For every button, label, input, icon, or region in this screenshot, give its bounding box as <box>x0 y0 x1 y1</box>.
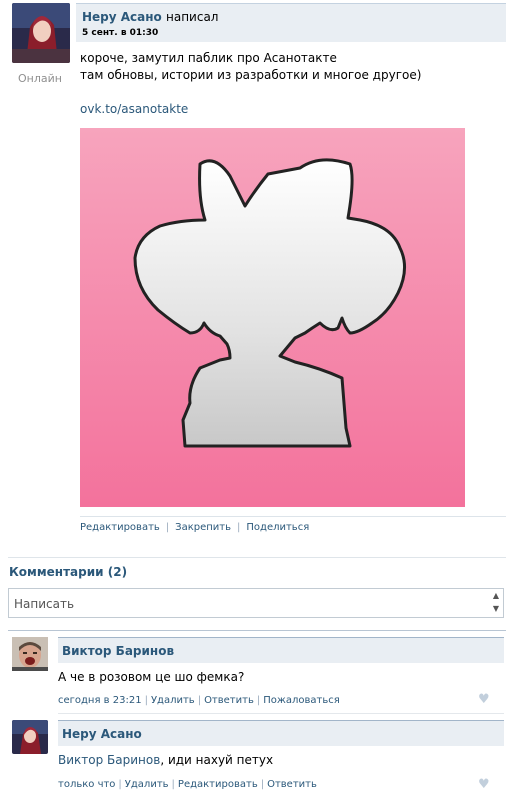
separator: | <box>144 695 148 706</box>
edit-post-link[interactable]: Редактировать <box>80 522 160 533</box>
scroll-up-icon[interactable]: ▲ <box>493 591 499 600</box>
comment-time-link[interactable]: сегодня в 23:21 <box>58 695 142 706</box>
comment-text-body: , иди нахуй петух <box>160 753 274 767</box>
author-avatar[interactable] <box>12 3 70 63</box>
comment-header: Неру Асано <box>58 720 504 746</box>
edit-comment-link[interactable]: Редактировать <box>178 779 258 790</box>
comment-avatar[interactable] <box>12 637 48 671</box>
post-text: короче, замутил паблик про Асанотакте та… <box>80 50 500 84</box>
comment-author-link[interactable]: Виктор Баринов <box>62 644 174 658</box>
post-text-line: там обновы, истории из разработки и мног… <box>80 68 422 82</box>
comments-title: Комментарии (2) <box>9 565 128 579</box>
post-author-link[interactable]: Неру Асано <box>82 10 162 24</box>
comment-input[interactable]: Написать ▲ ▼ <box>8 588 504 618</box>
mention-link[interactable]: Виктор Баринов <box>58 753 160 767</box>
section-divider <box>8 557 506 558</box>
comment-time-link[interactable]: только что <box>58 779 115 790</box>
comment-text: Виктор Баринов, иди нахуй петух <box>58 753 273 767</box>
comment-divider <box>58 713 504 714</box>
comment-header: Виктор Баринов <box>58 637 504 663</box>
post-wrote-label: написал <box>166 10 219 24</box>
delete-comment-link[interactable]: Удалить <box>151 695 195 706</box>
post-date[interactable]: 5 сент. в 01:30 <box>82 28 158 38</box>
share-post-link[interactable]: Поделиться <box>246 522 309 533</box>
heart-icon[interactable]: ♥ <box>478 777 490 792</box>
online-status: Онлайн <box>18 72 62 85</box>
comment-actions: сегодня в 23:21 | Удалить | Ответить | Пожалов… <box>58 695 340 706</box>
post-actions: Редактировать | Закрепить | Поделиться <box>80 522 309 533</box>
comment-actions: только что | Удалить | Редактировать | Ответит… <box>58 779 317 790</box>
pin-post-link[interactable]: Закрепить <box>175 522 231 533</box>
comment-input-placeholder: Написать <box>14 597 75 611</box>
separator: | <box>165 522 170 533</box>
separator: | <box>260 779 265 790</box>
comment-avatar[interactable] <box>12 720 48 754</box>
post-link[interactable]: ovk.to/asanotakte <box>80 102 188 116</box>
post-image[interactable] <box>80 128 465 507</box>
separator: | <box>171 779 175 790</box>
post-text-line: короче, замутил паблик про Асанотакте <box>80 51 337 65</box>
separator: | <box>237 522 241 533</box>
reply-comment-link[interactable]: Ответить <box>204 695 254 706</box>
comment-author-link[interactable]: Неру Асано <box>62 727 142 741</box>
post-author-line: Неру Асано написал <box>82 10 218 24</box>
reply-comment-link[interactable]: Ответить <box>267 779 317 790</box>
post-header: Неру Асано написал 5 сент. в 01:30 <box>76 3 506 42</box>
separator: | <box>118 779 122 790</box>
heart-icon[interactable]: ♥ <box>478 692 490 707</box>
separator: | <box>197 695 202 706</box>
comment-text: А че в розовом це шо фемка? <box>58 670 245 684</box>
comments-divider <box>8 630 506 631</box>
post-divider <box>80 516 506 517</box>
report-comment-link[interactable]: Пожаловаться <box>263 695 340 706</box>
delete-comment-link[interactable]: Удалить <box>125 779 169 790</box>
separator: | <box>256 695 261 706</box>
scroll-down-icon[interactable]: ▼ <box>493 604 499 613</box>
